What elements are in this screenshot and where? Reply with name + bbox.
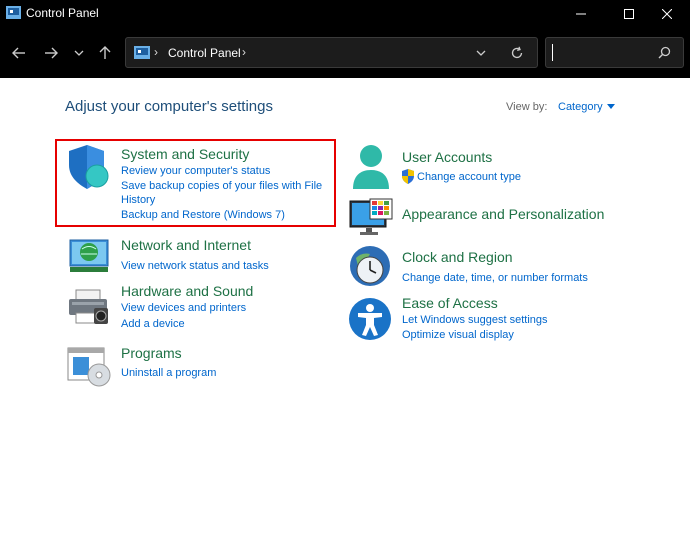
network-globe-icon[interactable]: [66, 234, 112, 276]
category-appearance-personalization[interactable]: Appearance and Personalization: [402, 206, 604, 222]
ease-of-access-icon[interactable]: [348, 297, 392, 341]
link-devices-printers[interactable]: View devices and printers: [121, 301, 246, 315]
clock-region-icon[interactable]: [348, 244, 394, 290]
link-suggest-settings[interactable]: Let Windows suggest settings: [402, 313, 548, 327]
breadcrumb-control-panel[interactable]: Control Panel: [168, 46, 241, 60]
breadcrumb-separator[interactable]: ›: [242, 45, 246, 59]
link-save-backup[interactable]: Save backup copies of your files with Fi…: [121, 179, 322, 193]
programs-icon[interactable]: [66, 346, 112, 388]
appearance-monitor-icon[interactable]: [348, 197, 394, 237]
user-accounts-icon[interactable]: [350, 143, 392, 191]
category-programs[interactable]: Programs: [121, 345, 182, 361]
navigation-bar: › Control Panel ›: [0, 27, 690, 78]
category-hardware-sound[interactable]: Hardware and Sound: [121, 283, 253, 299]
forward-arrow-icon[interactable]: [41, 43, 61, 63]
link-change-date-time[interactable]: Change date, time, or number formats: [402, 271, 588, 285]
minimize-icon: [576, 13, 586, 15]
category-network-internet[interactable]: Network and Internet: [121, 237, 251, 253]
title-bar: Control Panel: [0, 0, 690, 27]
page-heading: Adjust your computer's settings: [65, 98, 273, 115]
category-ease-of-access[interactable]: Ease of Access: [402, 295, 498, 311]
maximize-icon: [624, 9, 634, 19]
link-network-status[interactable]: View network status and tasks: [121, 259, 269, 273]
close-button[interactable]: [644, 0, 690, 27]
minimize-button[interactable]: [558, 0, 604, 27]
link-backup-restore[interactable]: Backup and Restore (Windows 7): [121, 208, 285, 222]
link-optimize-visual[interactable]: Optimize visual display: [402, 328, 514, 342]
view-by-label: View by:: [506, 101, 548, 113]
breadcrumb-separator[interactable]: ›: [154, 45, 158, 59]
search-icon[interactable]: [658, 46, 671, 59]
up-arrow-icon[interactable]: [95, 43, 115, 63]
link-add-device[interactable]: Add a device: [121, 317, 185, 331]
category-clock-region[interactable]: Clock and Region: [402, 249, 513, 265]
uac-shield-icon: [402, 169, 414, 184]
search-input[interactable]: [545, 37, 684, 68]
category-user-accounts[interactable]: User Accounts: [402, 149, 492, 165]
link-review-status[interactable]: Review your computer's status: [121, 164, 270, 178]
address-bar[interactable]: › Control Panel ›: [125, 37, 538, 68]
refresh-icon[interactable]: [510, 46, 524, 60]
close-icon: [662, 9, 672, 19]
recent-locations-chevron-icon[interactable]: [69, 43, 89, 63]
link-save-backup-history[interactable]: History: [121, 193, 155, 207]
view-by-chevron-icon[interactable]: [607, 104, 615, 109]
back-arrow-icon[interactable]: [9, 43, 29, 63]
category-system-security[interactable]: System and Security: [121, 146, 249, 162]
link-uninstall-program[interactable]: Uninstall a program: [121, 366, 216, 380]
control-panel-app-icon: [6, 6, 21, 19]
window-title: Control Panel: [26, 6, 99, 20]
link-change-account-type[interactable]: Change account type: [417, 170, 521, 184]
view-by-dropdown[interactable]: Category: [558, 101, 603, 113]
system-security-shield-icon[interactable]: [66, 143, 112, 191]
address-dropdown-chevron-icon[interactable]: [475, 48, 487, 58]
text-caret: [552, 44, 553, 61]
hardware-printer-icon[interactable]: [66, 286, 114, 328]
control-panel-location-icon: [134, 46, 150, 59]
